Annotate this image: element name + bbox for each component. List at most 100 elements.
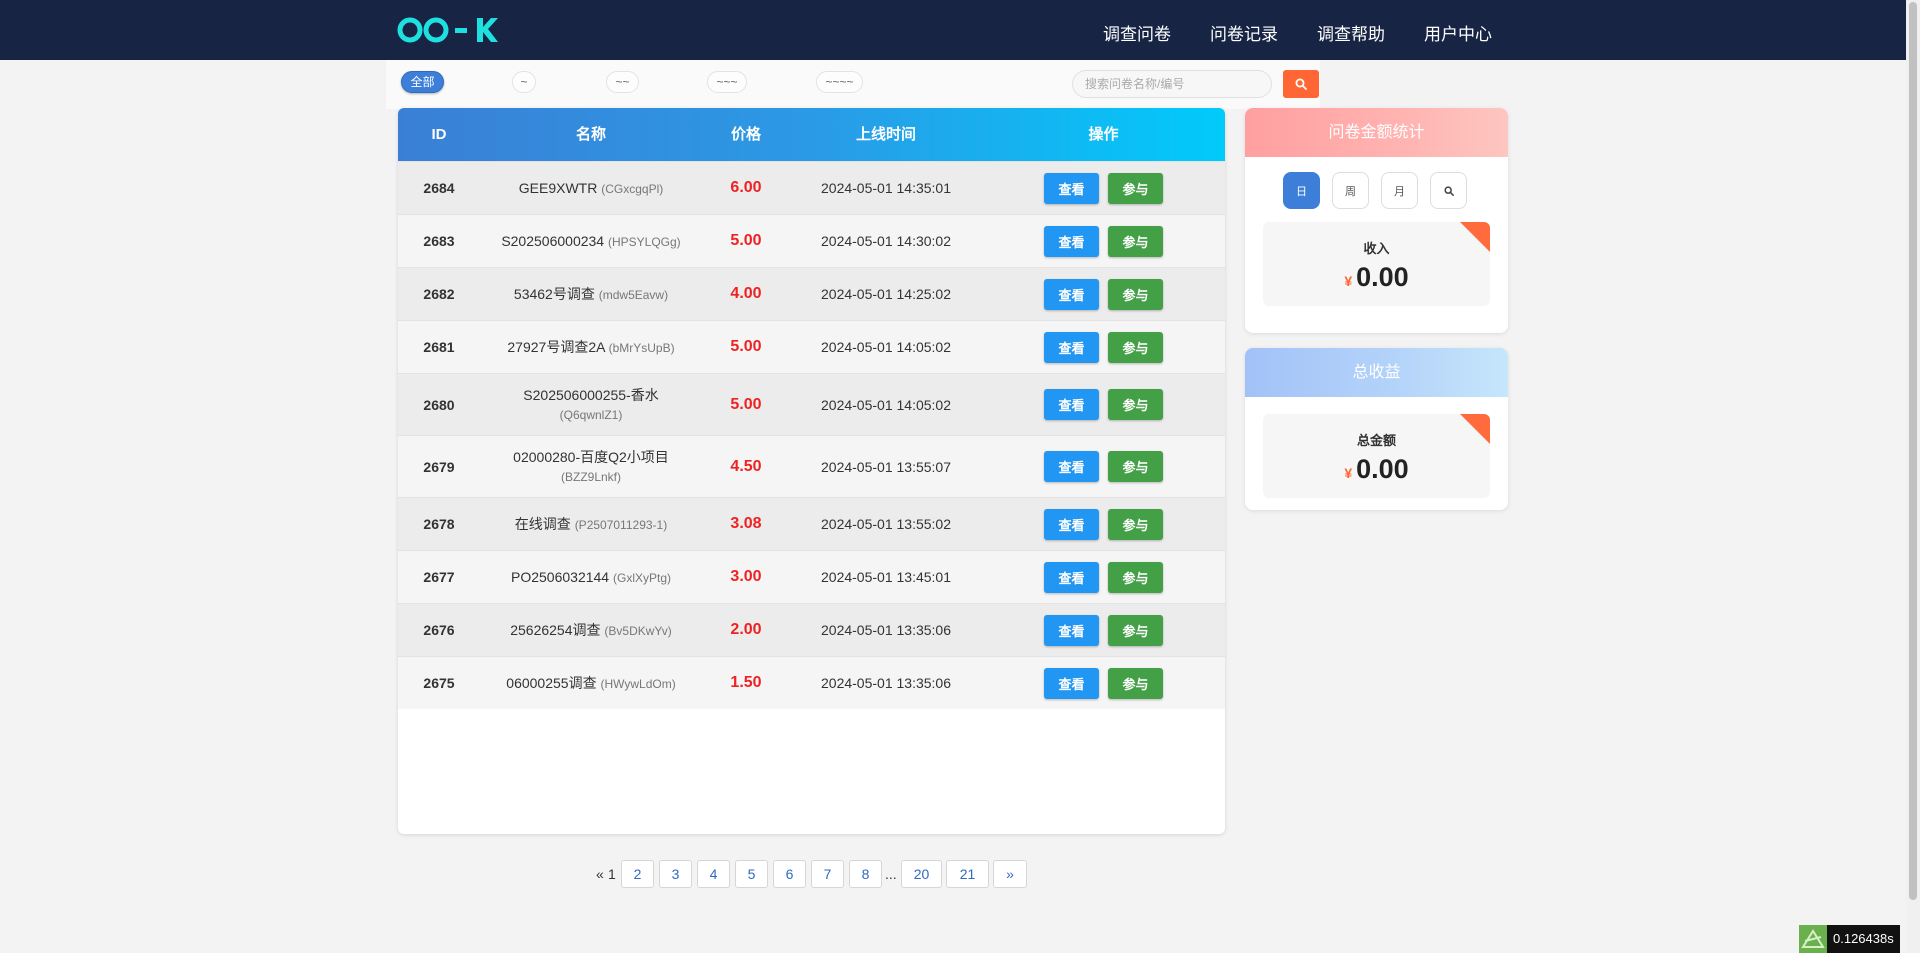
row-id: 2684 (423, 180, 455, 196)
row-actions: 查看 参与 (982, 604, 1225, 656)
join-button[interactable]: 参与 (1108, 451, 1163, 482)
pagination-current: 1 (608, 866, 616, 882)
page-link[interactable]: 21 (946, 860, 989, 888)
row-name-cell: PO2506032144 (GxlXyPtg) (480, 551, 702, 603)
row-actions: 查看 参与 (982, 268, 1225, 320)
row-online-time: 2024-05-01 14:30:02 (821, 233, 951, 249)
row-id: 2678 (423, 516, 455, 532)
row-code: (bMrYsUpB) (608, 340, 675, 355)
join-button[interactable]: 参与 (1108, 225, 1163, 257)
search-button[interactable] (1283, 70, 1319, 98)
filter-chip-1[interactable]: ~ (512, 71, 536, 93)
page-link[interactable]: 7 (811, 860, 844, 888)
row-id: 2681 (423, 339, 455, 355)
row-name: GEE9XWTR (518, 179, 598, 196)
col-name: 名称 (575, 126, 606, 143)
join-button[interactable]: 参与 (1108, 508, 1163, 540)
row-name-cell: 53462号调查 (mdw5Eavw) (480, 268, 702, 320)
table-row: 2680 S202506000255-香水 (Q6qwnlZ1) 5.00 2024-0… (398, 373, 1225, 435)
period-week-button[interactable]: 周 (1332, 172, 1369, 209)
row-name-cell: 02000280-百度Q2小项目 (BZZ9Lnkf) (480, 436, 702, 497)
nav-records[interactable]: 问卷记录 (1210, 20, 1278, 45)
nav-help[interactable]: 调查帮助 (1317, 20, 1385, 45)
amount-stats-widget: 问卷金额统计 日 周 月 收入 ¥0.00 (1245, 108, 1508, 333)
row-actions: 查看 参与 (982, 657, 1225, 709)
row-id: 2683 (423, 233, 455, 249)
col-price: 价格 (730, 126, 761, 143)
total-earnings-title: 总收益 (1245, 348, 1508, 397)
filter-chip-all[interactable]: 全部 (401, 71, 444, 93)
row-name-cell: S202506000255-香水 (Q6qwnlZ1) (480, 374, 702, 435)
page-link[interactable]: 3 (659, 860, 692, 888)
row-code: (Q6qwnlZ1) (559, 407, 623, 422)
nav-user-center[interactable]: 用户中心 (1424, 20, 1492, 45)
scrollbar-thumb[interactable] (1909, 2, 1917, 900)
join-button[interactable]: 参与 (1108, 561, 1163, 593)
scrollbar[interactable] (1906, 0, 1920, 953)
join-button[interactable]: 参与 (1108, 331, 1163, 363)
table-header: ID 名称 价格 上线时间 操作 (398, 108, 1225, 161)
page-link[interactable]: 5 (735, 860, 768, 888)
view-button[interactable]: 查看 (1044, 614, 1099, 646)
pagination-prev[interactable]: « (596, 860, 604, 888)
income-amount: 0.00 (1356, 262, 1409, 292)
filter-chip-4[interactable]: ~~~~ (816, 71, 863, 93)
page-link[interactable]: 4 (697, 860, 730, 888)
survey-table: ID 名称 价格 上线时间 操作 2684 GEE9XWTR (CGxcgqPl)… (398, 108, 1225, 834)
income-value: ¥0.00 (1263, 262, 1490, 293)
join-button[interactable]: 参与 (1108, 389, 1163, 420)
income-box: 收入 ¥0.00 (1263, 222, 1490, 306)
view-button[interactable]: 查看 (1044, 225, 1099, 257)
row-id: 2679 (423, 458, 455, 475)
row-name-cell: GEE9XWTR (CGxcgqPl) (480, 162, 702, 214)
row-name: 25626254调查 (510, 621, 601, 638)
period-day-button[interactable]: 日 (1283, 172, 1320, 209)
row-code: (Bv5DKwYv) (604, 623, 672, 638)
row-name-cell: S202506000234 (HPSYLQGg) (480, 215, 702, 267)
row-name-cell: 06000255调查 (HWywLdOm) (480, 657, 702, 709)
total-earnings-widget: 总收益 总金额 ¥0.00 (1245, 348, 1508, 510)
nav-survey[interactable]: 调查问卷 (1103, 20, 1171, 45)
period-search-button[interactable] (1430, 172, 1467, 209)
row-online-time: 2024-05-01 13:35:06 (821, 675, 951, 691)
page-link[interactable]: 6 (773, 860, 806, 888)
page-timer-badge: 0.126438s (1799, 925, 1900, 953)
pagination-next[interactable]: » (993, 860, 1027, 888)
view-button[interactable]: 查看 (1044, 508, 1099, 540)
row-actions: 查看 参与 (982, 374, 1225, 435)
row-actions: 查看 参与 (982, 498, 1225, 550)
view-button[interactable]: 查看 (1044, 451, 1099, 482)
row-name: S202506000255-香水 (523, 386, 659, 403)
table-row: 2677 PO2506032144 (GxlXyPtg) 3.00 2024-05-0… (398, 550, 1225, 603)
site-logo[interactable] (397, 12, 501, 48)
join-button[interactable]: 参与 (1108, 667, 1163, 699)
row-id: 2682 (423, 286, 455, 302)
join-button[interactable]: 参与 (1108, 614, 1163, 646)
join-button[interactable]: 参与 (1108, 172, 1163, 204)
view-button[interactable]: 查看 (1044, 389, 1099, 420)
view-button[interactable]: 查看 (1044, 331, 1099, 363)
filter-chip-2[interactable]: ~~ (606, 71, 639, 93)
view-button[interactable]: 查看 (1044, 278, 1099, 310)
income-label: 收入 (1363, 241, 1390, 256)
search-input[interactable] (1072, 70, 1272, 98)
page-link[interactable]: 20 (901, 860, 942, 888)
page-link[interactable]: 8 (849, 860, 882, 888)
row-price: 4.50 (730, 457, 762, 475)
table-row: 2683 S202506000234 (HPSYLQGg) 5.00 2024-05-… (398, 214, 1225, 267)
view-button[interactable]: 查看 (1044, 172, 1099, 204)
row-online-time: 2024-05-01 13:55:02 (821, 516, 951, 532)
page-link[interactable]: 2 (621, 860, 654, 888)
row-name-cell: 27927号调查2A (bMrYsUpB) (480, 321, 702, 373)
period-month-button[interactable]: 月 (1381, 172, 1418, 209)
row-price: 3.00 (730, 568, 762, 585)
join-button[interactable]: 参与 (1108, 278, 1163, 310)
table-row: 2684 GEE9XWTR (CGxcgqPl) 6.00 2024-05-01 14… (398, 161, 1225, 214)
filter-chip-3[interactable]: ~~~ (707, 71, 747, 93)
view-button[interactable]: 查看 (1044, 561, 1099, 593)
row-code: (BZZ9Lnkf) (560, 469, 621, 484)
row-price: 4.00 (730, 285, 762, 302)
row-price: 3.08 (730, 515, 762, 532)
view-button[interactable]: 查看 (1044, 667, 1099, 699)
table-row: 2679 02000280-百度Q2小项目 (BZZ9Lnkf) 4.50 2024-0… (398, 435, 1225, 497)
